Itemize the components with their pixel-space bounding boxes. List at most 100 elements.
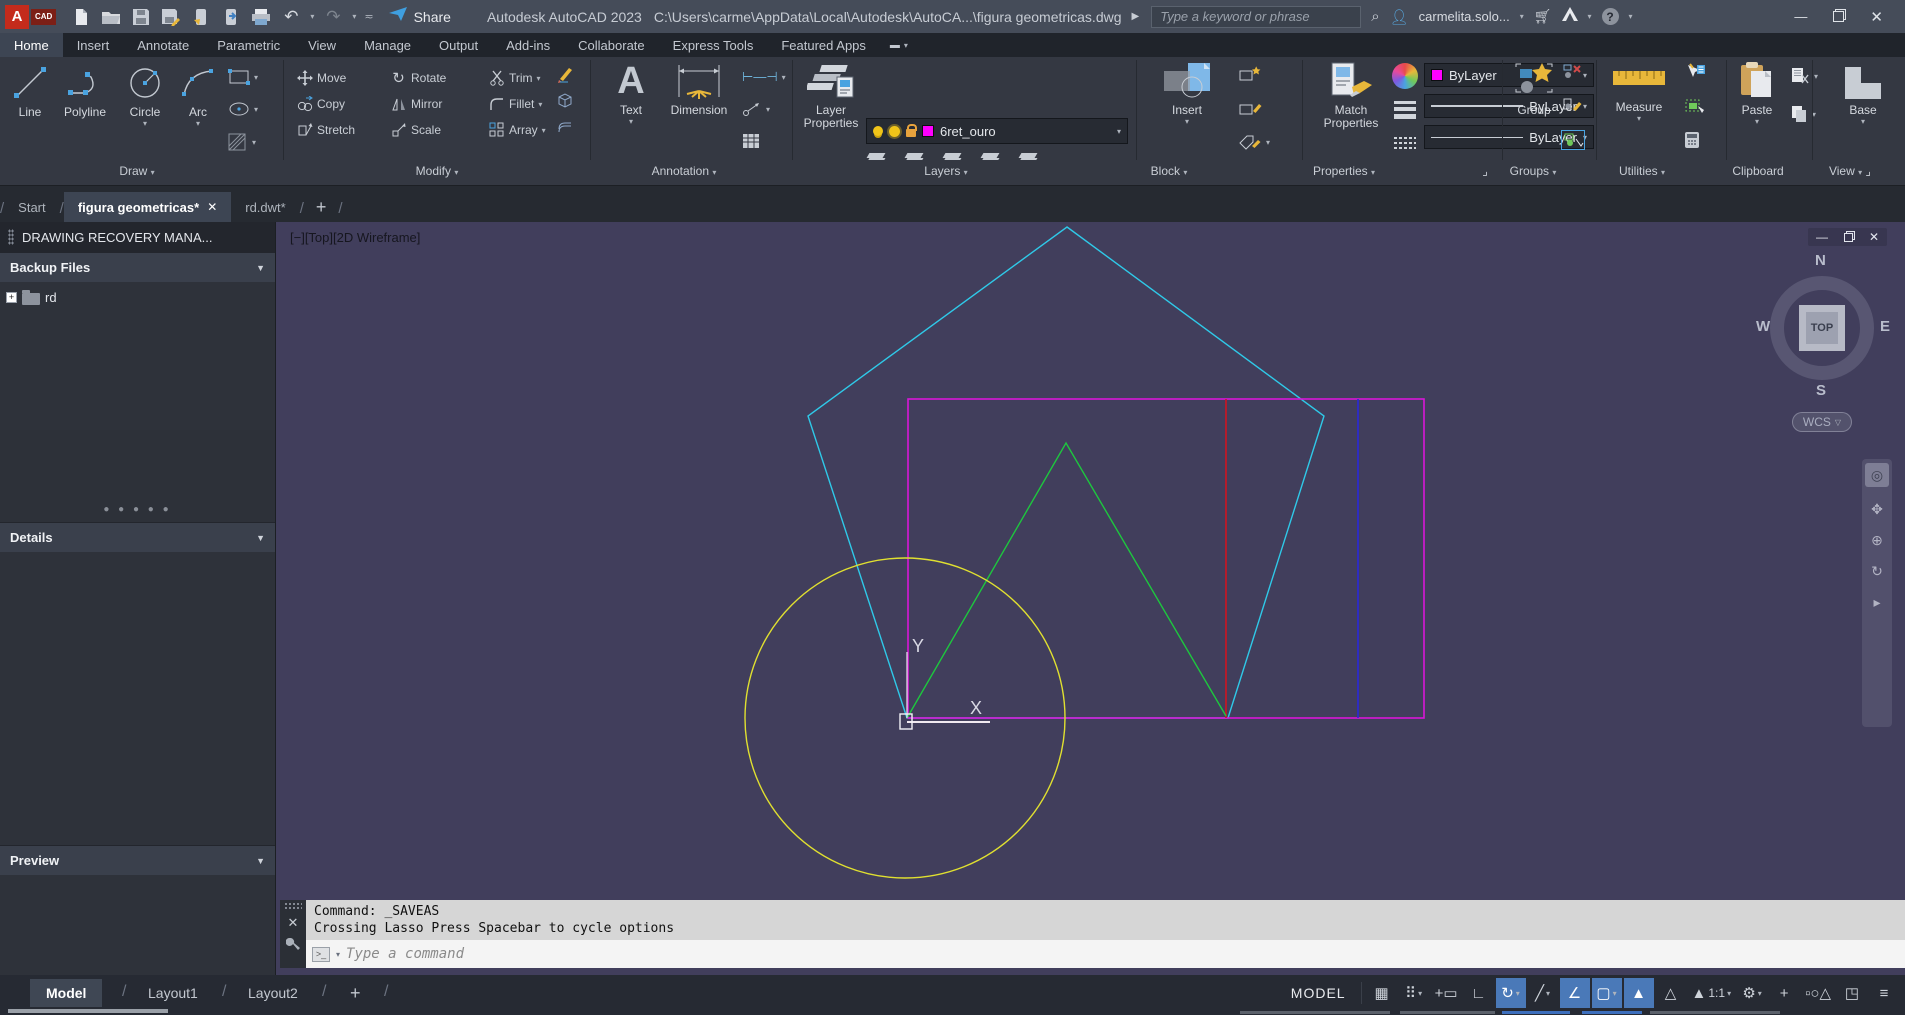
- preview-collapse-icon[interactable]: ▼: [256, 856, 265, 866]
- tree-item-rd[interactable]: + rd: [6, 290, 269, 305]
- dynamic-input-icon[interactable]: +▭: [1431, 978, 1462, 1008]
- command-wrench-icon[interactable]: [286, 937, 300, 953]
- close-button[interactable]: ✕: [1870, 8, 1883, 26]
- calculator-tool[interactable]: [1684, 131, 1700, 149]
- isolate-objects-icon[interactable]: ▫○△: [1801, 978, 1835, 1008]
- layer-color-swatch[interactable]: [922, 125, 934, 137]
- ellipse-tool[interactable]: ▾: [228, 101, 258, 117]
- offset-icon[interactable]: [556, 117, 573, 134]
- tab-annotate[interactable]: Annotate: [123, 33, 203, 57]
- restore-button[interactable]: [1833, 11, 1844, 22]
- tab-parametric[interactable]: Parametric: [203, 33, 294, 57]
- help-caret-icon[interactable]: ▾: [1629, 12, 1633, 21]
- username[interactable]: carmelita.solo...: [1419, 9, 1510, 24]
- hatch-tool[interactable]: ▾: [228, 133, 256, 151]
- block-attributes-tool[interactable]: ▾: [1238, 133, 1270, 151]
- ortho-icon[interactable]: ∟: [1464, 978, 1494, 1008]
- fillet-button[interactable]: Fillet▾: [488, 96, 564, 113]
- viewcube-top-face[interactable]: TOP: [1799, 305, 1845, 351]
- pentagon-shape[interactable]: [808, 227, 1324, 718]
- layer-unlock-icon[interactable]: [906, 129, 916, 137]
- cart-icon[interactable]: 🛒︎: [1534, 8, 1552, 25]
- match-properties-button[interactable]: Match Properties: [1312, 61, 1390, 130]
- snap-mode-icon[interactable]: ⠿▾: [1399, 978, 1429, 1008]
- viewcube-south[interactable]: S: [1816, 382, 1826, 399]
- circle-button[interactable]: Circle▾: [120, 63, 170, 128]
- tab-view[interactable]: View: [294, 33, 350, 57]
- file-tab-active[interactable]: figura geometricas* ✕: [64, 192, 231, 222]
- viewcube-north[interactable]: N: [1815, 252, 1826, 269]
- undo-caret-icon[interactable]: ▾: [310, 12, 314, 21]
- tab-addins[interactable]: Add-ins: [492, 33, 564, 57]
- panel-label-annotation[interactable]: Annotation ▾: [652, 164, 717, 178]
- ungroup-tool[interactable]: [1562, 63, 1582, 79]
- panel-label-modify[interactable]: Modify ▾: [416, 164, 459, 178]
- tab-home[interactable]: Home: [0, 33, 63, 57]
- layer-dropdown[interactable]: 6ret_ouro ▾: [866, 118, 1128, 144]
- tab-express-tools[interactable]: Express Tools: [659, 33, 768, 57]
- steering-wheel-icon[interactable]: ◎: [1865, 463, 1889, 487]
- viewcube-west[interactable]: W: [1756, 318, 1770, 335]
- path-expand-icon[interactable]: ▶: [1132, 11, 1140, 22]
- quick-select-tool[interactable]: [1684, 63, 1706, 81]
- preview-header[interactable]: Preview ▼: [0, 845, 275, 875]
- panel-label-utilities[interactable]: Utilities ▾: [1619, 164, 1665, 178]
- trim-button[interactable]: Trim▾: [488, 70, 564, 87]
- tab-manage[interactable]: Manage: [350, 33, 425, 57]
- group-edit-tool[interactable]: [1562, 97, 1582, 113]
- tab-insert[interactable]: Insert: [63, 33, 124, 57]
- palette-grip-icon[interactable]: [8, 229, 14, 245]
- polyline-button[interactable]: Polyline: [56, 63, 114, 119]
- mirror-button[interactable]: Mirror: [390, 96, 488, 113]
- text-button[interactable]: A Text▾: [606, 61, 656, 126]
- command-recent-caret-icon[interactable]: ▾: [336, 950, 340, 959]
- share-plane-icon[interactable]: [388, 6, 408, 27]
- open-from-mobile-icon[interactable]: [220, 6, 242, 28]
- paste-button[interactable]: Paste▾: [1732, 61, 1782, 126]
- crosshair-plus-icon[interactable]: +: [1769, 978, 1799, 1008]
- tab-collaborate[interactable]: Collaborate: [564, 33, 659, 57]
- undo-icon[interactable]: ↶: [280, 6, 302, 28]
- insert-button[interactable]: Insert▾: [1152, 61, 1222, 126]
- layout1-tab[interactable]: Layout1: [132, 979, 214, 1007]
- search-icon[interactable]: ⌕: [1371, 8, 1379, 25]
- save-as-icon[interactable]: [160, 6, 182, 28]
- move-button[interactable]: Move: [296, 70, 390, 87]
- layer-thaw-icon[interactable]: [889, 126, 900, 137]
- command-dock[interactable]: ✕: [280, 900, 306, 968]
- measure-button[interactable]: Measure▾: [1606, 65, 1672, 123]
- color-wheel-icon[interactable]: [1392, 63, 1418, 89]
- tab-featured-apps[interactable]: Featured Apps: [767, 33, 880, 57]
- select-similar-tool[interactable]: [1684, 97, 1706, 115]
- panel-label-clipboard[interactable]: Clipboard: [1732, 164, 1783, 178]
- otrack-icon[interactable]: ∠: [1560, 978, 1590, 1008]
- block-edit-tool[interactable]: [1238, 99, 1262, 117]
- plot-icon[interactable]: [250, 6, 272, 28]
- scale-button[interactable]: Scale: [390, 122, 488, 139]
- model-tab[interactable]: Model: [30, 979, 102, 1007]
- array-button[interactable]: Array▾: [488, 122, 564, 139]
- showmotion-icon[interactable]: ▸: [1873, 594, 1880, 611]
- annotation-autoscale-icon[interactable]: △: [1656, 978, 1686, 1008]
- qat-customize-icon[interactable]: ≂: [364, 10, 373, 23]
- dwg-close-button[interactable]: ✕: [1869, 230, 1879, 244]
- panel-label-block[interactable]: Block ▾: [1151, 164, 1188, 178]
- viewcube-east[interactable]: E: [1880, 318, 1890, 335]
- viewport-controls[interactable]: [−][Top][2D Wireframe]: [290, 230, 420, 245]
- polar-tracking-icon[interactable]: ↻▾: [1496, 978, 1526, 1008]
- group-button[interactable]: Group: [1508, 61, 1560, 117]
- details-collapse-icon[interactable]: ▼: [256, 533, 265, 543]
- workspace-gear-icon[interactable]: ⚙▾: [1737, 978, 1767, 1008]
- file-tab-rd[interactable]: rd.dwt*: [231, 192, 299, 222]
- user-avatar-icon[interactable]: 👤︎: [1390, 8, 1409, 26]
- command-prompt-icon[interactable]: >_: [312, 947, 330, 962]
- table-tool[interactable]: [742, 133, 760, 149]
- autocad-logo[interactable]: A: [5, 5, 29, 29]
- wcs-menu[interactable]: WCS ▽: [1792, 412, 1852, 432]
- autodesk-caret-icon[interactable]: ▾: [1588, 12, 1592, 21]
- layer-dropdown-caret-icon[interactable]: ▾: [1117, 127, 1121, 136]
- command-history[interactable]: Command: _SAVEAS Crossing Lasso Press Sp…: [306, 900, 1905, 940]
- dwg-restore-button[interactable]: [1844, 233, 1853, 242]
- panel-label-draw[interactable]: Draw ▾: [119, 164, 154, 178]
- model-space-badge[interactable]: MODEL: [1281, 985, 1356, 1001]
